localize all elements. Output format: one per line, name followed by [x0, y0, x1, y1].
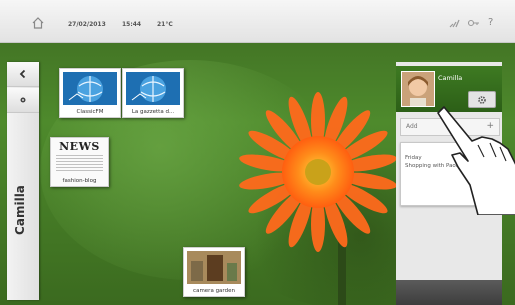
temperature-text: 21°C — [157, 21, 173, 28]
tile-gazzetta[interactable]: La gazzetta d... — [122, 68, 184, 118]
globe-icon — [63, 72, 117, 105]
hand-pointer-illustration — [437, 106, 515, 215]
camera-image-icon — [187, 251, 241, 284]
tile-caption: fashion-blog — [62, 178, 97, 184]
profile-name: Camilla — [438, 74, 463, 82]
tile-classicfm[interactable]: ClassicFM — [59, 68, 121, 118]
tile-caption: La gazzetta d... — [131, 109, 175, 115]
newspaper-icon — [56, 155, 103, 172]
home-icon[interactable] — [31, 16, 45, 30]
key-icon[interactable] — [467, 16, 481, 30]
news-header: NEWS — [59, 140, 100, 153]
back-button[interactable] — [7, 62, 39, 87]
note-day: Friday — [405, 155, 422, 161]
chevron-left-icon — [19, 69, 26, 79]
screen: 27/02/2013 15:44 21°C ? Camilla ClassicF… — [0, 0, 515, 305]
date-text: 27/02/2013 — [68, 21, 106, 28]
status-bar: 27/02/2013 15:44 21°C ? — [0, 0, 515, 43]
time-text: 15:44 — [122, 21, 142, 28]
tile-caption: ClassicFM — [76, 109, 104, 115]
tile-caption: camera garden — [193, 288, 235, 294]
globe-icon — [126, 72, 180, 105]
user-label: Camilla — [13, 185, 27, 235]
tile-fashion-blog[interactable]: NEWS fashion-blog — [50, 137, 109, 187]
help-icon[interactable]: ? — [488, 17, 493, 28]
tile-camera-garden[interactable]: camera garden — [183, 247, 245, 297]
signal-icon[interactable] — [448, 16, 462, 30]
gear-icon — [20, 97, 26, 103]
left-panel: Camilla — [7, 62, 39, 300]
settings-button[interactable] — [7, 88, 39, 113]
add-label: Add — [406, 123, 418, 130]
flower-wallpaper — [239, 92, 397, 252]
bottom-dock — [396, 280, 502, 305]
